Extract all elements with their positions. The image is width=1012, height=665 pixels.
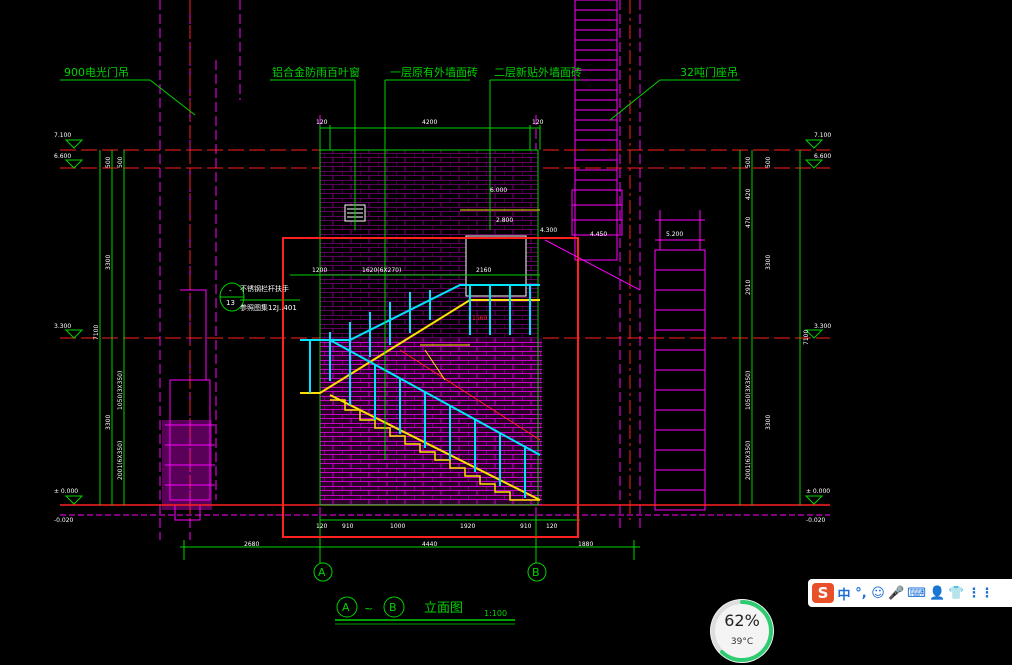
level-right-3300: 3.300 xyxy=(814,323,831,330)
dim-left-500b: 500 xyxy=(117,156,124,168)
level-left-0000: ± 0.000 xyxy=(54,488,78,495)
axis-a-label: A xyxy=(318,566,326,579)
axis-b-label: B xyxy=(532,566,540,579)
dim-right-2910: 2910 xyxy=(745,280,752,295)
dim-stair-1200: 1200 xyxy=(312,267,327,274)
level-right-0000: ± 0.000 xyxy=(806,488,830,495)
note-handrail-2: 参照图集12J..401 xyxy=(240,303,297,312)
dim-top-4200: 4200 xyxy=(422,119,437,126)
level-right-m0020: -0.020 xyxy=(806,517,826,524)
level-left-3300: 3.300 xyxy=(54,323,71,330)
level-right-6600: 6.600 xyxy=(814,153,831,160)
label-door-900: 900电光门吊 xyxy=(64,65,129,79)
grid-menu-icon[interactable]: ⋮⋮ xyxy=(967,586,993,601)
dim-bot-120a: 120 xyxy=(316,523,328,530)
microphone-icon[interactable]: 🎤 xyxy=(888,586,904,601)
dim-left-1050: 1050(3X350) xyxy=(117,371,124,410)
dim-stair-1560: 1560 xyxy=(472,315,487,322)
note-handrail-1: 不锈钢栏杆扶手 xyxy=(240,284,289,293)
dim-left-2001: 2001(6X350) xyxy=(117,441,124,480)
dim-right-420: 420 xyxy=(745,188,752,200)
dim-bot-910b: 910 xyxy=(520,523,532,530)
dim-bot-1000: 1000 xyxy=(390,523,405,530)
level-mid-4450: 4.450 xyxy=(590,231,607,238)
dim-right-3300-2: 3300 xyxy=(765,415,772,430)
dim-left-500a: 500 xyxy=(105,156,112,168)
dim-bot-1920: 1920 xyxy=(460,523,475,530)
title-sep: ~ xyxy=(364,602,373,615)
ime-toolbar[interactable]: S 中 °, ☺ 🎤 ⌨ 👤 👕 ⋮⋮ xyxy=(808,579,1012,607)
dim-left-3300: 3300 xyxy=(105,255,112,270)
keyboard-icon[interactable]: ⌨ xyxy=(907,586,926,601)
dim-right-7100: 7100 xyxy=(803,330,810,345)
dim-stair-2160: 2160 xyxy=(476,267,491,274)
skin-icon[interactable]: 👕 xyxy=(948,586,964,601)
dim-b2-4440: 4440 xyxy=(422,541,437,548)
dim-right-3300: 3300 xyxy=(765,255,772,270)
dim-right-2001: 2001(6X350) xyxy=(745,441,752,480)
dim-bot-910: 910 xyxy=(342,523,354,530)
title-text: 立面图 xyxy=(424,601,463,616)
dim-top-120-l: 120 xyxy=(316,119,328,126)
lower-wall xyxy=(320,338,542,505)
level-mid-4300: 4.300 xyxy=(540,227,557,234)
dim-right-1050: 1050(3X350) xyxy=(745,371,752,410)
level-right-7100: 7.100 xyxy=(814,132,831,139)
temperature: 39°C xyxy=(730,637,754,647)
dim-left-3300-2: 3300 xyxy=(105,415,112,430)
title-scale: 1:100 xyxy=(484,609,507,618)
sogou-logo-icon[interactable]: S xyxy=(812,583,834,603)
dim-stair-1620: 1620(6X270) xyxy=(362,267,401,274)
level-mid-6000: 6.000 xyxy=(490,187,507,194)
dim-bot-120b: 120 xyxy=(546,523,558,530)
callout-num: 13 xyxy=(226,299,235,307)
dim-b2-2680: 2680 xyxy=(244,541,259,548)
label-door-32: 32吨门座吊 xyxy=(680,65,738,79)
dim-right-500b: 500 xyxy=(765,156,772,168)
crane-fill xyxy=(162,420,212,510)
title-axis-b: B xyxy=(389,601,397,614)
axis-bubbles xyxy=(313,555,547,582)
label-wall-1f: 一层原有外墙面砖 xyxy=(390,65,478,79)
dim-right-500a: 500 xyxy=(745,156,752,168)
label-louver: 铝合金防雨百叶窗 xyxy=(272,65,360,79)
system-monitor-widget[interactable]: 62% 39°C xyxy=(708,597,776,665)
elevation-drawing[interactable]: 900电光门吊 铝合金防雨百叶窗 一层原有外墙面砖 二层新贴外墙面砖 32吨门座… xyxy=(0,0,1012,665)
usage-percent: 62% xyxy=(724,611,760,630)
level-left-6600: 6.600 xyxy=(54,153,71,160)
door-opening xyxy=(465,235,527,297)
level-mid-2800: 2.800 xyxy=(496,217,513,224)
gauge-ring xyxy=(710,599,774,663)
label-wall-2f: 二层新贴外墙面砖 xyxy=(494,65,582,79)
level-mid-5200: 5.200 xyxy=(666,231,683,238)
user-icon[interactable]: 👤 xyxy=(929,586,945,601)
dim-b2-1880: 1880 xyxy=(578,541,593,548)
level-left-m0020: -0.020 xyxy=(54,517,74,524)
ime-punct-button[interactable]: °, xyxy=(854,586,868,601)
dim-right-470: 470 xyxy=(745,216,752,228)
dim-top-120-r: 120 xyxy=(532,119,544,126)
callout-top: - xyxy=(229,287,232,295)
level-left-7100: 7.100 xyxy=(54,132,71,139)
ime-lang-button[interactable]: 中 xyxy=(837,584,851,603)
title-axis-a: A xyxy=(342,601,350,614)
dim-left-7100: 7100 xyxy=(93,325,100,340)
cad-viewport[interactable]: 900电光门吊 铝合金防雨百叶窗 一层原有外墙面砖 二层新贴外墙面砖 32吨门座… xyxy=(0,0,1012,665)
emoji-icon[interactable]: ☺ xyxy=(871,586,885,601)
